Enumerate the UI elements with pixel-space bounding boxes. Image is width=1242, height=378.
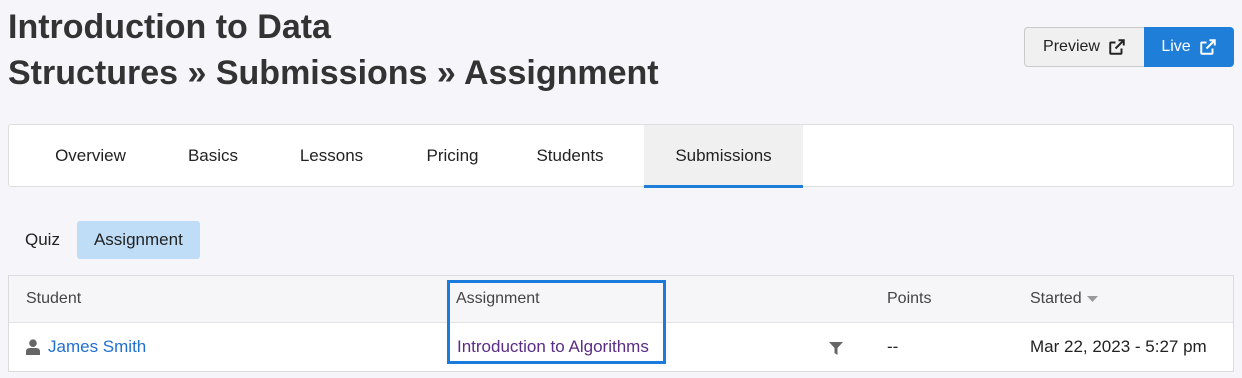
submissions-table: Student Assignment Points Started James … [8,275,1234,372]
user-icon [26,339,40,355]
points-cell: -- [887,337,899,356]
table-row: James Smith Introduction to Algorithms -… [9,323,1233,372]
tab-lessons[interactable]: Lessons [254,125,409,187]
preview-button-label: Preview [1043,38,1100,55]
student-name-link[interactable]: James Smith [48,337,146,357]
page-title: Introduction to Data Structures » Submis… [8,4,708,96]
live-button-label: Live [1161,38,1191,55]
view-buttons: Preview Live [1024,27,1234,67]
tab-submissions[interactable]: Submissions [644,125,803,188]
tab-overview[interactable]: Overview [9,125,172,187]
tab-basics[interactable]: Basics [172,125,254,187]
external-link-icon [1109,39,1125,55]
column-header-started[interactable]: Started [1030,290,1098,308]
filter-button[interactable] [829,340,843,360]
sort-down-icon [1086,295,1098,302]
submission-type-tabs: Quiz Assignment [8,221,200,259]
page-title-line-2: Structures » Submissions » Assignment [8,54,659,92]
assignment-link[interactable]: Introduction to Algorithms [457,337,649,356]
external-link-icon [1199,39,1216,55]
course-tabs: Overview Basics Lessons Pricing Students… [8,124,1234,188]
column-header-assignment[interactable]: Assignment [456,290,540,308]
subtab-assignment[interactable]: Assignment [76,221,200,259]
student-cell: James Smith [26,337,146,357]
assignment-cell: Introduction to Algorithms [457,337,649,357]
tab-pricing[interactable]: Pricing [409,125,496,187]
started-cell: Mar 22, 2023 - 5:27 pm [1030,337,1207,356]
column-header-student[interactable]: Student [26,290,81,308]
live-button[interactable]: Live [1144,27,1234,67]
subtab-quiz[interactable]: Quiz [8,221,77,259]
table-header: Student Assignment Points Started [9,276,1233,323]
page-title-line-1: Introduction to Data [8,8,331,46]
preview-button[interactable]: Preview [1024,27,1144,67]
column-header-started-label: Started [1030,290,1082,307]
tab-students[interactable]: Students [496,125,644,187]
column-header-points[interactable]: Points [887,290,931,308]
filter-icon [829,342,843,355]
